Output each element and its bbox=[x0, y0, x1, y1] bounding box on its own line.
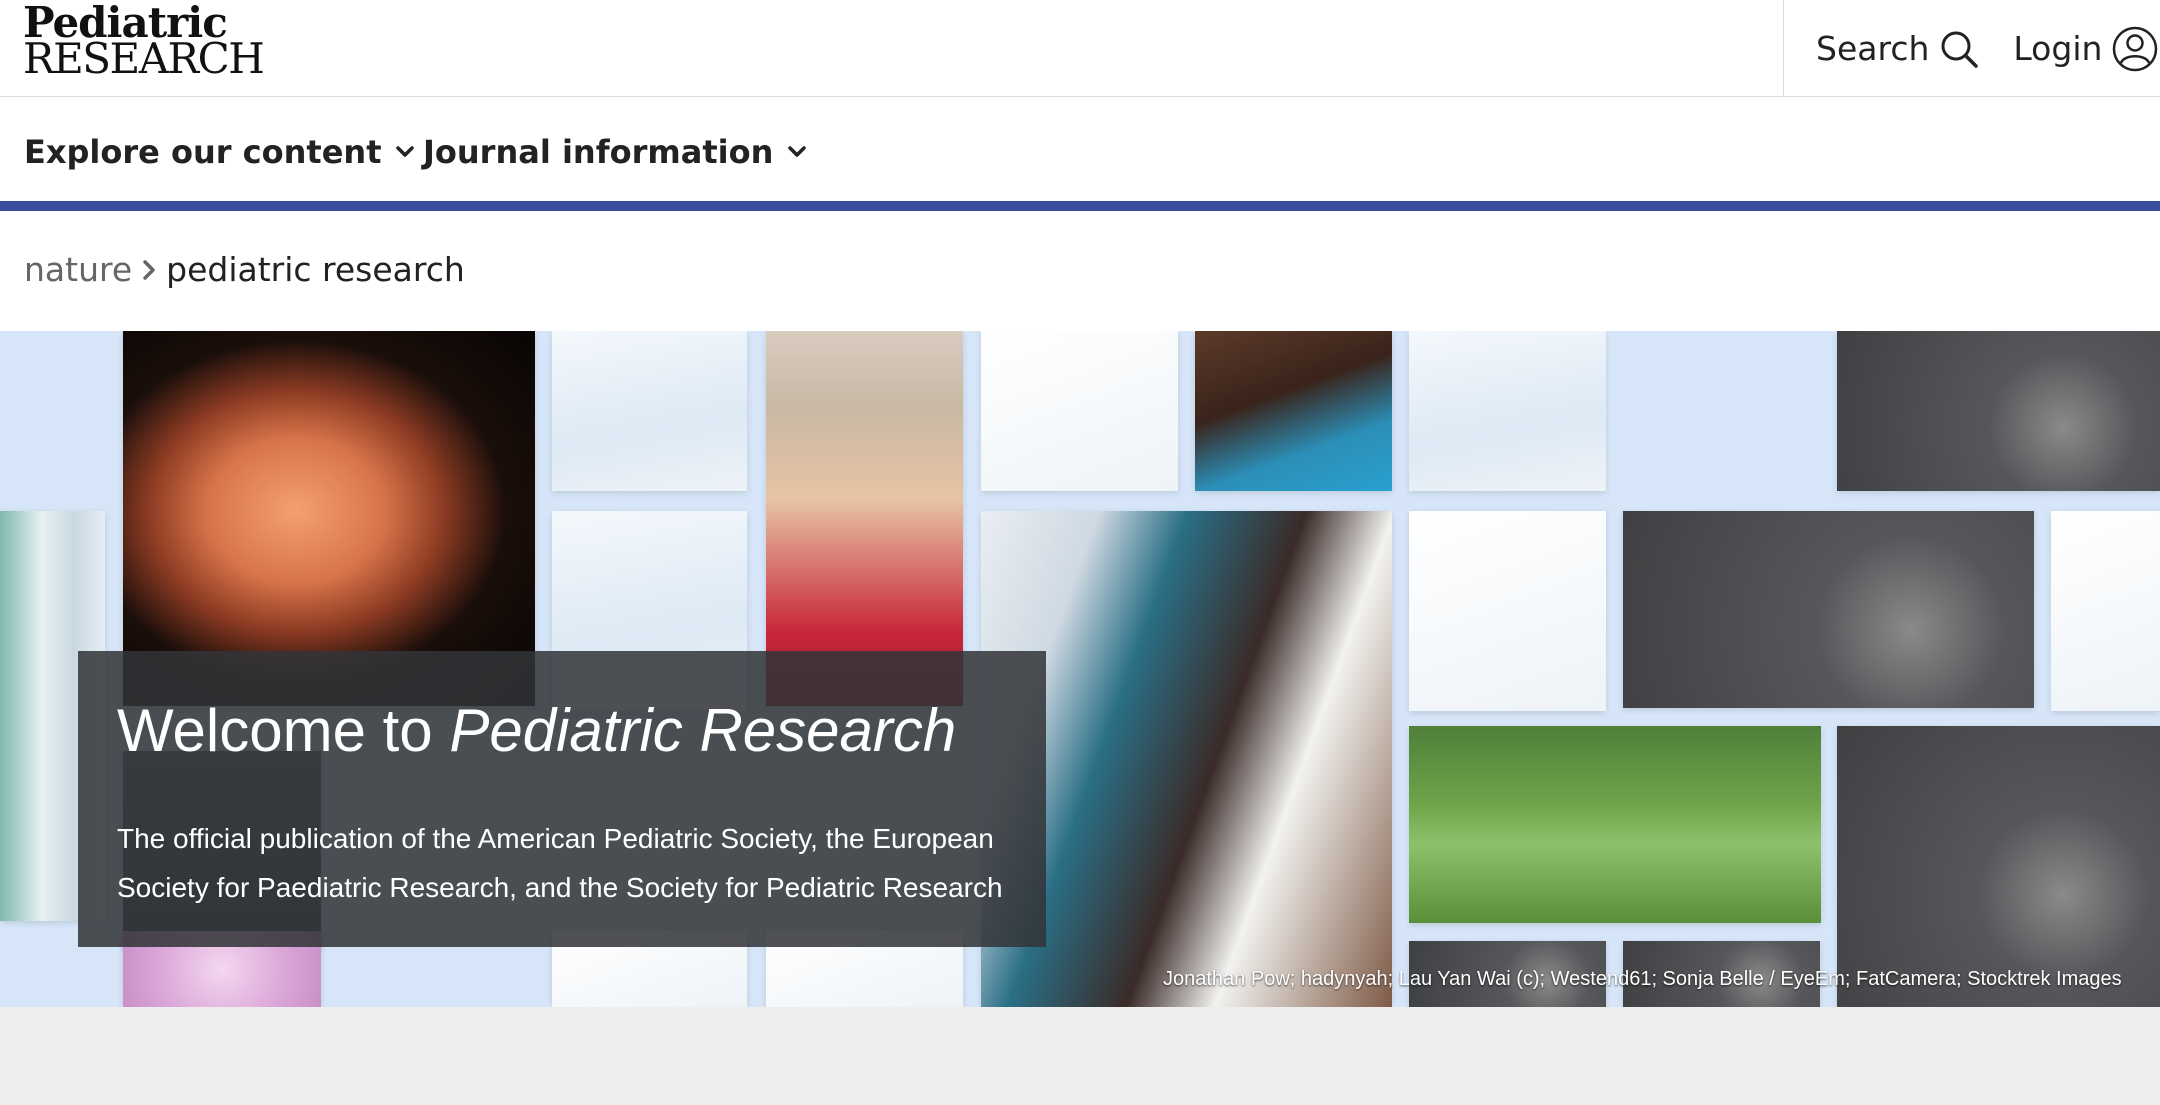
hero-image-chalk-kids bbox=[1837, 331, 2160, 491]
user-icon bbox=[2113, 26, 2158, 71]
hero-image-sky bbox=[552, 331, 747, 491]
search-label: Search bbox=[1816, 29, 1930, 68]
nav-accent-bar bbox=[0, 201, 2160, 211]
breadcrumb: nature pediatric research bbox=[24, 250, 465, 289]
search-icon bbox=[1941, 31, 1979, 68]
hero-image-embryo bbox=[123, 331, 535, 706]
logo-line-research: RESEARCH bbox=[23, 34, 265, 83]
welcome-title: Welcome to Pediatric Research bbox=[117, 696, 956, 765]
breadcrumb-current: pediatric research bbox=[166, 250, 465, 289]
nav-journal-information-label: Journal information bbox=[423, 133, 774, 171]
hero-image-running-kids bbox=[1409, 726, 1821, 923]
welcome-description: The official publication of the American… bbox=[117, 823, 1003, 903]
nav-explore-content[interactable]: Explore our content bbox=[24, 133, 415, 171]
hero-image-blank bbox=[981, 331, 1178, 491]
welcome-title-prefix: Welcome to bbox=[117, 697, 450, 764]
main-nav: Explore our content Journal information bbox=[0, 97, 2160, 201]
welcome-title-journal: Pediatric Research bbox=[449, 697, 957, 764]
breadcrumb-nature-link[interactable]: nature bbox=[24, 250, 132, 289]
image-credit: Jonathan Pow; hadynyah; Lau Yan Wai (c);… bbox=[1163, 968, 2122, 990]
header-actions: Search Login bbox=[1783, 0, 2160, 97]
hero-image-blank bbox=[2051, 511, 2160, 711]
chevron-down-icon bbox=[788, 146, 807, 157]
hero-image-smiling-girl bbox=[766, 331, 963, 706]
chevron-right-icon bbox=[143, 259, 155, 280]
hero-image-blank bbox=[1409, 511, 1606, 711]
welcome-panel: Welcome to Pediatric Research The offici… bbox=[78, 651, 1046, 947]
login-button[interactable]: Login bbox=[2013, 26, 2158, 72]
hero-image-sky bbox=[1409, 331, 1606, 491]
chevron-down-icon bbox=[396, 146, 415, 157]
login-label: Login bbox=[2013, 29, 2103, 68]
hero-image-chalk-sun bbox=[1837, 726, 2160, 1007]
site-header: Pediatric RESEARCH Search Login bbox=[0, 0, 2160, 97]
hero-image-sleeping-baby bbox=[1195, 331, 1392, 491]
hero-image-chalk-drawing bbox=[1623, 511, 2034, 708]
page-background-strip bbox=[0, 1007, 2160, 1105]
journal-logo[interactable]: Pediatric RESEARCH bbox=[23, 2, 265, 83]
nav-journal-information[interactable]: Journal information bbox=[423, 133, 807, 171]
nav-explore-content-label: Explore our content bbox=[24, 133, 382, 171]
search-button[interactable]: Search bbox=[1816, 29, 1979, 69]
